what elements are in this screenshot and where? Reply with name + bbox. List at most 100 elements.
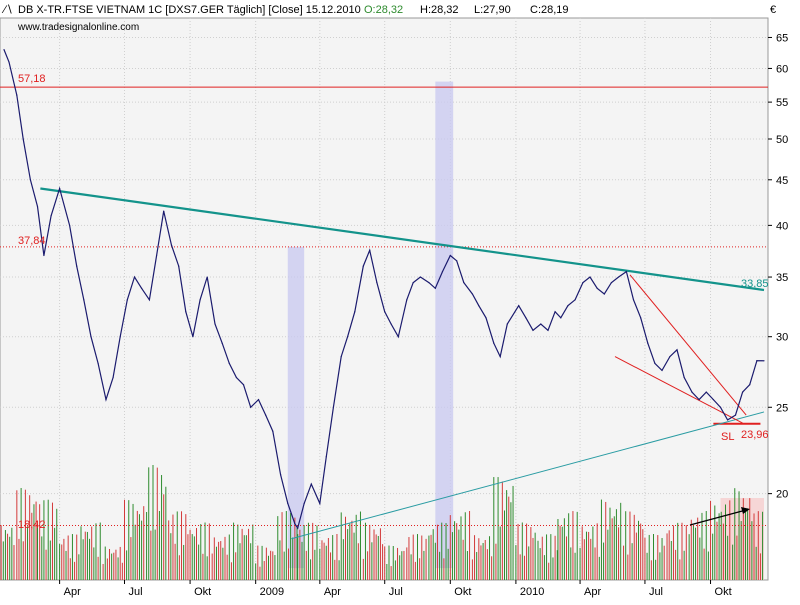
price-point — [478, 305, 480, 307]
price-point — [354, 311, 356, 313]
price-point — [206, 276, 208, 278]
price-point — [493, 342, 495, 344]
header-low: L:27,90 — [474, 4, 511, 16]
x-tick-label: Apr — [64, 586, 81, 598]
price-point — [525, 317, 527, 319]
price-point — [242, 384, 245, 386]
price-point — [126, 299, 128, 301]
price-point — [727, 419, 729, 421]
price-point — [83, 299, 85, 301]
price-point — [560, 317, 562, 319]
price-point — [676, 349, 678, 351]
price-point — [362, 265, 364, 267]
price-point — [640, 317, 642, 319]
price-point — [698, 399, 700, 401]
price-point — [140, 287, 143, 289]
x-tick-label: Okt — [454, 586, 471, 598]
price-point — [192, 336, 194, 338]
price-point — [250, 406, 252, 408]
price-point — [574, 299, 576, 301]
price-point — [589, 276, 591, 278]
x-tick-label: 2009 — [260, 586, 284, 598]
price-point — [76, 265, 78, 267]
chart-line-icon: ∕∖ — [1, 4, 13, 16]
stop-loss-value: 23,96 — [741, 429, 769, 441]
x-tick-label: Jul — [649, 586, 663, 598]
price-point — [499, 355, 501, 358]
price-point — [303, 502, 305, 505]
price-point — [691, 391, 693, 393]
y-tick-label: 35 — [776, 272, 788, 284]
price-point — [287, 502, 289, 505]
price-point — [29, 179, 31, 181]
price-point — [221, 342, 223, 344]
price-chart: 20 25 30 35 40 45 50 55 60 65 Apr Jul Okt 2009 Apr Jul… — [0, 4, 788, 598]
price-point — [340, 355, 342, 358]
price-point — [441, 270, 444, 273]
price-point — [325, 456, 327, 458]
header-open: O:28,32 — [364, 4, 403, 16]
highlight-band — [435, 81, 454, 569]
chart-title: DB X-TR.FTSE VIETNAM 1C [DXS7.GER Täglic… — [18, 4, 361, 16]
price-point — [310, 483, 312, 485]
x-tick-label: Apr — [584, 586, 601, 598]
price-point — [669, 355, 671, 358]
header-high: H:28,32 — [420, 4, 459, 16]
price-point — [319, 502, 321, 505]
price-point — [406, 299, 408, 301]
price-point — [485, 317, 487, 319]
price-point — [582, 282, 584, 284]
price-point — [265, 414, 267, 416]
price-point — [133, 276, 136, 278]
price-point — [3, 48, 5, 51]
price-point — [617, 276, 620, 278]
price-point — [749, 384, 751, 386]
price-point — [419, 276, 421, 278]
price-point — [163, 210, 165, 212]
price-point — [756, 360, 758, 362]
y-tick-label: 40 — [776, 220, 788, 232]
website-label: www.tradesignalonline.com — [17, 22, 139, 33]
x-tick-label: Apr — [324, 586, 341, 598]
y-tick-label: 50 — [776, 134, 788, 146]
price-point — [280, 474, 282, 476]
price-point — [90, 336, 92, 338]
price-point — [199, 299, 201, 301]
price-point — [155, 254, 158, 257]
price-point — [734, 414, 737, 416]
y-axis-ticks: 20 25 30 35 40 45 50 55 60 65 — [768, 32, 788, 501]
price-point — [506, 323, 508, 325]
x-axis-ticks: Apr Jul Okt 2009 Apr Jul Okt 2010 Apr Jul Okt — [59, 580, 732, 598]
stop-loss-label: SL — [721, 431, 734, 443]
price-point — [185, 311, 187, 313]
price-point — [632, 299, 635, 301]
price-point — [228, 362, 230, 365]
price-point — [8, 61, 10, 63]
x-tick-label: Okt — [194, 586, 211, 598]
price-point — [471, 293, 474, 295]
price-point — [434, 287, 436, 289]
price-point — [661, 369, 663, 371]
price-point — [456, 260, 458, 262]
price-point — [412, 282, 414, 284]
price-point — [68, 224, 71, 226]
level-mid-label: 37,84 — [18, 235, 46, 247]
price-point — [50, 215, 52, 217]
price-point — [705, 391, 707, 393]
price-point — [332, 406, 334, 408]
y-tick-label: 60 — [776, 63, 788, 75]
price-point — [742, 391, 744, 393]
price-point — [610, 282, 613, 284]
price-point — [297, 527, 299, 529]
price-point — [214, 323, 216, 325]
price-point — [596, 287, 598, 289]
price-point — [376, 282, 378, 284]
price-point — [272, 430, 274, 432]
y-tick-label: 30 — [776, 332, 788, 344]
price-point — [105, 399, 107, 401]
level-low-label: 18,42 — [18, 519, 46, 531]
price-point — [567, 305, 569, 307]
y-tick-label: 55 — [776, 97, 788, 109]
price-point — [369, 249, 371, 251]
price-point — [518, 305, 520, 307]
